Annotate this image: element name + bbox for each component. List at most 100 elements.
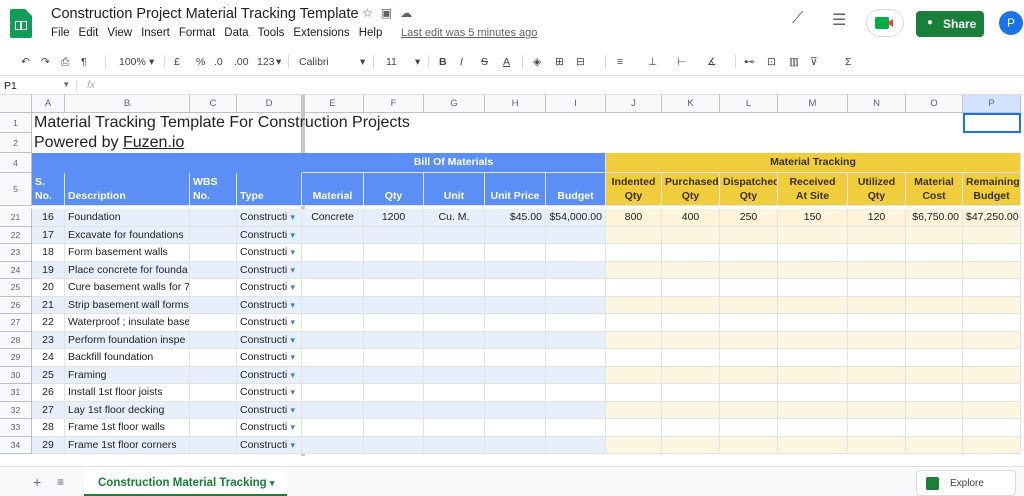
cell-indented[interactable] bbox=[606, 296, 662, 314]
cell-unit[interactable] bbox=[424, 384, 485, 402]
chevron-down-icon[interactable]: ▾ bbox=[276, 56, 281, 68]
cell-desc[interactable]: Form basement walls bbox=[65, 244, 190, 262]
comment-icon[interactable]: ⊡ bbox=[767, 56, 776, 68]
cell-received[interactable] bbox=[778, 226, 848, 244]
increase-decimal-button[interactable]: .00 bbox=[234, 56, 249, 68]
cell-purchased[interactable] bbox=[662, 366, 720, 384]
cell-unit_price[interactable] bbox=[485, 331, 546, 349]
zoom-select[interactable]: 100% bbox=[119, 56, 146, 68]
cell-budget[interactable] bbox=[546, 279, 606, 297]
cell-received[interactable] bbox=[778, 401, 848, 419]
cell-remain[interactable] bbox=[963, 314, 1021, 332]
cell-unit[interactable] bbox=[424, 401, 485, 419]
cell-type[interactable]: Constructi ▾ bbox=[237, 436, 302, 454]
cell-matcost[interactable] bbox=[906, 244, 963, 262]
cell-wbs[interactable] bbox=[190, 436, 237, 454]
cell-utilized[interactable] bbox=[848, 331, 906, 349]
text-rotation-icon[interactable]: ∡ bbox=[707, 56, 716, 68]
cell-material[interactable] bbox=[302, 314, 364, 332]
cell-purchased[interactable] bbox=[662, 226, 720, 244]
last-edit-link[interactable]: Last edit was 5 minutes ago bbox=[401, 27, 537, 39]
cell-desc[interactable]: Lay 1st floor decking bbox=[65, 401, 190, 419]
chevron-down-icon[interactable]: ▾ bbox=[290, 227, 295, 244]
cell-utilized[interactable] bbox=[848, 314, 906, 332]
cell-type[interactable]: Constructi ▾ bbox=[237, 244, 302, 262]
cell-wbs[interactable] bbox=[190, 366, 237, 384]
cell-matcost[interactable] bbox=[906, 384, 963, 402]
cell-unit_price[interactable] bbox=[485, 384, 546, 402]
avatar[interactable]: P bbox=[999, 11, 1023, 35]
decrease-decimal-button[interactable]: .0 bbox=[214, 56, 223, 68]
cell-budget[interactable] bbox=[546, 436, 606, 454]
cell-wbs[interactable] bbox=[190, 314, 237, 332]
cell-utilized[interactable] bbox=[848, 261, 906, 279]
row-header-24[interactable]: 24 bbox=[0, 261, 32, 279]
cell-matcost[interactable] bbox=[906, 331, 963, 349]
cell-qty[interactable] bbox=[364, 419, 424, 437]
cell-indented[interactable] bbox=[606, 349, 662, 367]
cell-type[interactable]: Constructi ▾ bbox=[237, 314, 302, 332]
cell-indented[interactable] bbox=[606, 366, 662, 384]
cell-dispatched[interactable] bbox=[720, 384, 778, 402]
cell-wbs[interactable] bbox=[190, 226, 237, 244]
spreadsheet-grid[interactable]: A B C D E F G H I J K L M N O P 1 2 4 5 Material Tracking Te… bbox=[0, 95, 1024, 456]
column-header-k[interactable]: K bbox=[662, 95, 720, 113]
name-box[interactable]: P1 bbox=[4, 80, 17, 92]
cell-remain[interactable] bbox=[963, 296, 1021, 314]
cell-desc[interactable]: Frame 1st floor corners bbox=[65, 436, 190, 454]
cell-type[interactable]: Constructi ▾ bbox=[237, 331, 302, 349]
cell-utilized[interactable] bbox=[848, 436, 906, 454]
cell-budget[interactable] bbox=[546, 384, 606, 402]
row-header-4[interactable]: 4 bbox=[0, 153, 32, 173]
cell-material[interactable] bbox=[302, 226, 364, 244]
bold-icon[interactable]: B bbox=[439, 56, 447, 68]
cell-purchased[interactable] bbox=[662, 331, 720, 349]
cell-unit_price[interactable] bbox=[485, 279, 546, 297]
cell-type[interactable]: Constructi ▾ bbox=[237, 366, 302, 384]
cell-matcost[interactable] bbox=[906, 226, 963, 244]
comments-icon[interactable]: ☰ bbox=[832, 10, 846, 30]
cell-indented[interactable] bbox=[606, 261, 662, 279]
cell-sno[interactable]: 28 bbox=[32, 419, 65, 437]
column-header-c[interactable]: C bbox=[190, 95, 237, 113]
column-header-a[interactable]: A bbox=[32, 95, 65, 113]
link-icon[interactable]: ⊷ bbox=[744, 56, 755, 68]
cell-type[interactable]: Constructi ▾ bbox=[237, 419, 302, 437]
cell-unit_price[interactable] bbox=[485, 436, 546, 454]
chevron-down-icon[interactable]: ▾ bbox=[290, 297, 295, 314]
cell-unit[interactable] bbox=[424, 436, 485, 454]
sheets-logo-icon[interactable] bbox=[10, 9, 32, 38]
cell-qty[interactable] bbox=[364, 366, 424, 384]
cell-wbs[interactable] bbox=[190, 279, 237, 297]
cell-purchased[interactable] bbox=[662, 296, 720, 314]
cell-indented[interactable] bbox=[606, 436, 662, 454]
menu-insert[interactable]: Insert bbox=[141, 27, 170, 39]
chevron-down-icon[interactable]: ▾ bbox=[290, 244, 295, 261]
column-header-p[interactable]: P bbox=[963, 95, 1021, 113]
cell-wbs[interactable] bbox=[190, 296, 237, 314]
cell-received[interactable] bbox=[778, 419, 848, 437]
row-header-32[interactable]: 32 bbox=[0, 401, 32, 419]
cell-unit_price[interactable]: $45.00 bbox=[485, 209, 546, 227]
cell-dispatched[interactable] bbox=[720, 226, 778, 244]
cell-remain[interactable] bbox=[963, 401, 1021, 419]
cell-sno[interactable]: 17 bbox=[32, 226, 65, 244]
cell-desc[interactable]: Framing bbox=[65, 366, 190, 384]
currency-button[interactable]: £ bbox=[174, 56, 180, 68]
cell-wbs[interactable] bbox=[190, 401, 237, 419]
merge-cells-icon[interactable]: ⊟ bbox=[576, 56, 585, 68]
cell-material[interactable] bbox=[302, 349, 364, 367]
cell-matcost[interactable] bbox=[906, 436, 963, 454]
cell-desc[interactable]: Strip basement wall forms bbox=[65, 296, 190, 314]
cell-sno[interactable]: 25 bbox=[32, 366, 65, 384]
row-header-2[interactable]: 2 bbox=[0, 133, 32, 153]
cell-material[interactable] bbox=[302, 244, 364, 262]
cell-remain[interactable] bbox=[963, 331, 1021, 349]
meet-button[interactable] bbox=[866, 9, 904, 37]
cell-qty[interactable] bbox=[364, 384, 424, 402]
column-header-b[interactable]: B bbox=[65, 95, 190, 113]
cell-budget[interactable] bbox=[546, 419, 606, 437]
text-wrapping-icon[interactable]: ⊢ bbox=[677, 56, 686, 68]
column-header-o[interactable]: O bbox=[906, 95, 963, 113]
chevron-down-icon[interactable]: ▾ bbox=[290, 419, 295, 436]
